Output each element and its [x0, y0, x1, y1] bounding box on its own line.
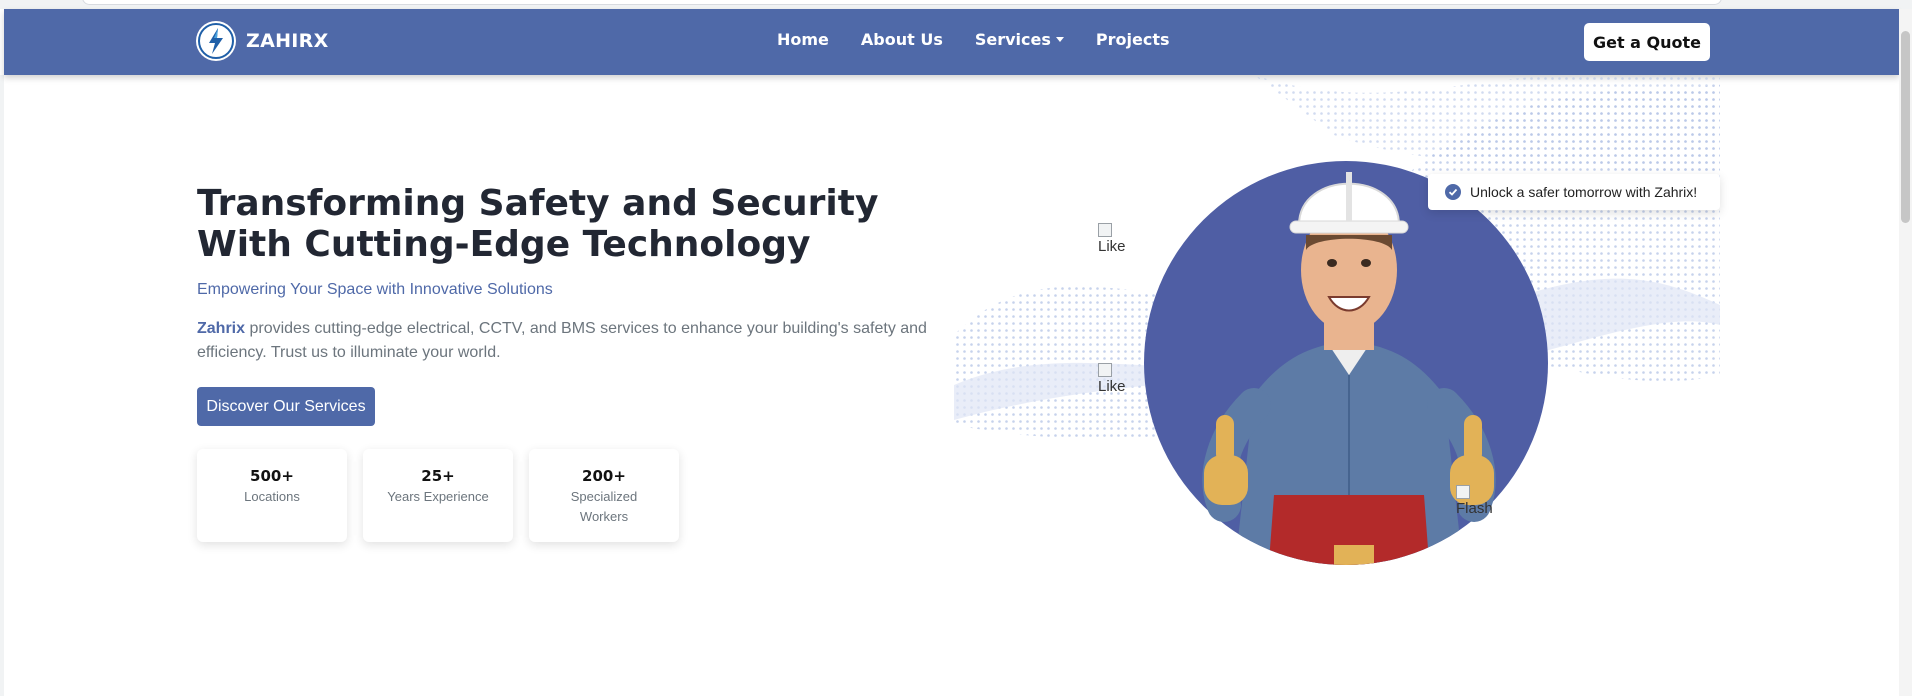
stat-label: Years Experience: [387, 489, 489, 504]
check-circle-icon: [1445, 184, 1461, 200]
nav-projects[interactable]: Projects: [1096, 30, 1170, 49]
stat-card: 200+ Specialized Workers: [529, 449, 679, 542]
broken-image-icon: [1456, 485, 1470, 499]
broken-image-like-1: Like: [1098, 223, 1126, 255]
get-quote-button[interactable]: Get a Quote: [1584, 23, 1710, 61]
nav-services-label: Services: [974, 30, 1051, 49]
stat-label: Locations: [244, 489, 300, 504]
browser-top-strip: [0, 0, 1912, 9]
stat-label: Specialized Workers: [570, 489, 638, 524]
scrollbar-thumb[interactable]: [1901, 31, 1910, 223]
hero-illustration: [954, 75, 1720, 575]
stat-number: 25+: [421, 467, 455, 485]
image-alt-text: Flash: [1456, 500, 1493, 517]
stat-number: 500+: [250, 467, 294, 485]
hero-description: Zahrix provides cutting-edge electrical,…: [197, 317, 937, 365]
stat-card: 25+ Years Experience: [363, 449, 513, 542]
brand-mention: Zahrix: [197, 320, 246, 337]
badge-text: Unlock a safer tomorrow with Zahrix!: [1470, 184, 1698, 200]
image-alt-text: Like: [1098, 238, 1126, 255]
lightning-bolt-icon: [196, 21, 236, 61]
nav-home[interactable]: Home: [777, 30, 829, 49]
image-alt-text: Like: [1098, 378, 1126, 395]
broken-image-icon: [1098, 223, 1112, 237]
description-text: provides cutting-edge electrical, CCTV, …: [197, 320, 927, 361]
discover-services-button[interactable]: Discover Our Services: [197, 387, 375, 426]
hero-title: Transforming Safety and Security With Cu…: [197, 183, 879, 265]
nav-services[interactable]: Services: [975, 30, 1064, 49]
brand[interactable]: ZAHIRX: [196, 21, 329, 61]
broken-image-icon: [1098, 363, 1112, 377]
window-edge: [0, 75, 4, 696]
brand-name: ZAHIRX: [246, 30, 329, 52]
broken-image-like-2: Like: [1098, 363, 1126, 395]
caret-down-icon: [1055, 37, 1064, 42]
browser-address-bar[interactable]: [82, 0, 1722, 5]
scrollbar[interactable]: [1899, 9, 1912, 696]
stats-row: 500+ Locations 25+ Years Experience 200+…: [197, 449, 679, 542]
stat-number: 200+: [582, 467, 626, 485]
navbar: ZAHIRX Home About Us Services Projects G…: [4, 9, 1899, 75]
nav-links: Home About Us Services Projects: [777, 30, 1170, 49]
safety-badge: Unlock a safer tomorrow with Zahrix!: [1428, 174, 1720, 210]
nav-about-us[interactable]: About Us: [861, 30, 943, 49]
stat-card: 500+ Locations: [197, 449, 347, 542]
broken-image-flash: Flash: [1456, 485, 1493, 517]
hero-subtitle: Empowering Your Space with Innovative So…: [197, 281, 553, 298]
